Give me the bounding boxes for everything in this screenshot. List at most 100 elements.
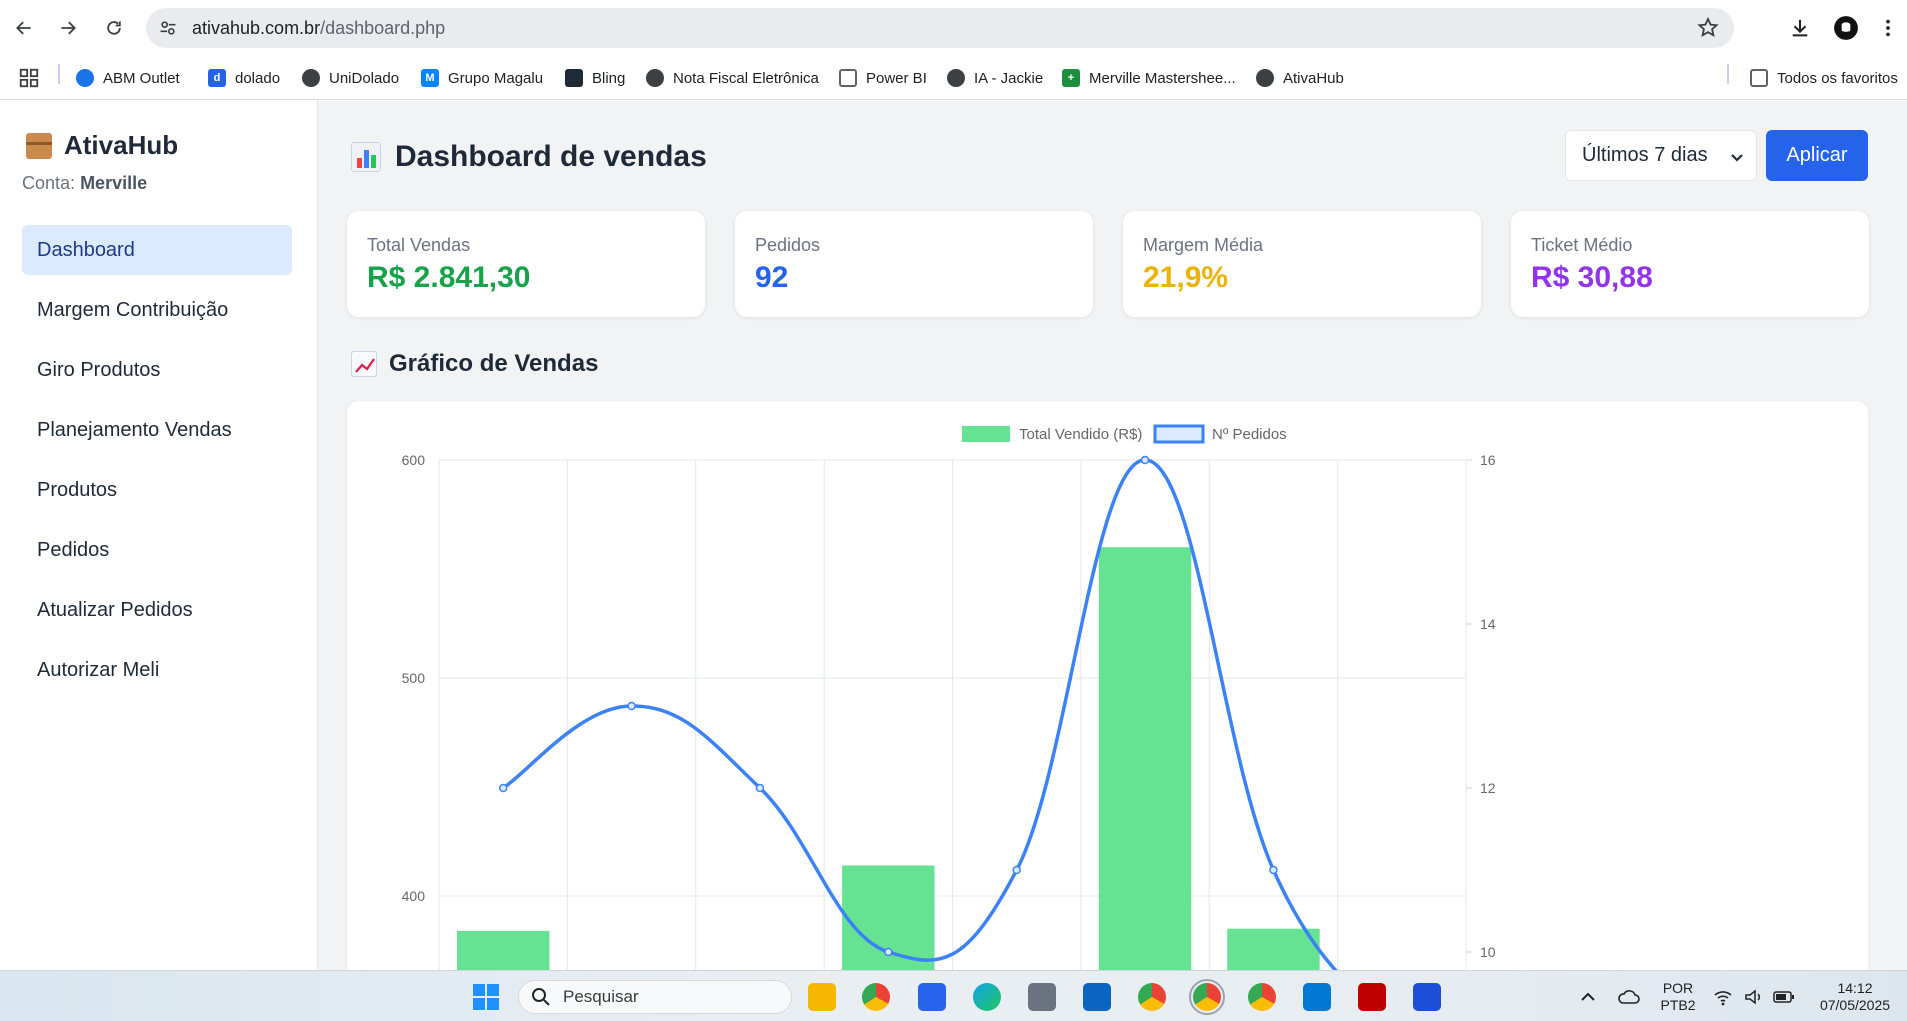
bookmark-divider — [58, 64, 60, 84]
download-icon[interactable] — [1786, 14, 1814, 42]
sales-chart-card: 600 500 400 16 14 12 10 Total Vendido (R$) Nº Pe… — [347, 401, 1868, 970]
bar — [1227, 928, 1320, 970]
edge-icon[interactable] — [973, 983, 1001, 1011]
store-icon[interactable] — [918, 983, 946, 1011]
globe-icon — [1256, 69, 1274, 87]
bookmark-item[interactable]: d dolado — [208, 66, 280, 90]
clock[interactable]: 14:12 07/05/2025 — [1810, 980, 1900, 1014]
chevron-up-icon[interactable] — [1578, 987, 1598, 1007]
sidebar-item-planejamento-vendas[interactable]: Planejamento Vendas — [22, 405, 292, 455]
kpi-card-ticket-medio: Ticket Médio R$ 30,88 — [1511, 211, 1869, 317]
brand[interactable]: AtivaHub — [26, 130, 178, 161]
brand-name: AtivaHub — [64, 130, 179, 160]
reload-icon[interactable] — [100, 14, 128, 42]
kpi-label: Pedidos — [755, 235, 821, 255]
bling-icon — [565, 69, 583, 87]
bookmark-item[interactable]: + Merville Mastershee... — [1062, 66, 1236, 90]
battery-icon[interactable] — [1773, 987, 1795, 1007]
chrome-icon[interactable] — [1248, 983, 1276, 1011]
sidebar-item-margem-contribuicao[interactable]: Margem Contribuição — [22, 285, 292, 335]
notepad-icon[interactable] — [1413, 983, 1441, 1011]
bookmark-item[interactable]: AtivaHub — [1256, 66, 1344, 90]
browser-toolbar: ativahub.com.br/dashboard.php — [0, 0, 1907, 56]
sidebar-item-autorizar-meli[interactable]: Autorizar Meli — [22, 645, 292, 695]
kpi-card-total-vendas: Total Vendas R$ 2.841,30 — [347, 211, 705, 317]
page-title: Dashboard de vendas — [351, 140, 707, 174]
bookmark-item[interactable]: Nota Fiscal Eletrônica — [646, 66, 819, 90]
y-right-tick-label: 16 — [1480, 452, 1496, 468]
chrome-icon[interactable] — [862, 983, 890, 1011]
sheets-icon: + — [1062, 69, 1080, 87]
sidebar: AtivaHub Conta: Merville Dashboard Marge… — [0, 100, 318, 970]
sidebar-item-produtos[interactable]: Produtos — [22, 465, 292, 515]
line-point — [498, 783, 508, 793]
outlook-icon[interactable] — [1083, 983, 1111, 1011]
onedrive-cloud-icon[interactable] — [1617, 987, 1641, 1007]
windows-start-icon[interactable] — [472, 983, 500, 1011]
y-right-tick-label: 14 — [1480, 616, 1496, 632]
bookmark-item[interactable]: Power BI — [839, 66, 927, 90]
bookmark-item[interactable]: ABM Outlet — [76, 66, 180, 90]
folder-icon — [1750, 69, 1768, 87]
dolado-icon: d — [208, 69, 226, 87]
search-icon — [532, 988, 550, 1006]
filezilla-icon[interactable] — [1358, 983, 1386, 1011]
sidebar-item-giro-produtos[interactable]: Giro Produtos — [22, 345, 292, 395]
site-settings-icon[interactable] — [156, 16, 180, 40]
sidebar-item-dashboard[interactable]: Dashboard — [22, 225, 292, 275]
y-right-tick-label: 12 — [1480, 780, 1496, 796]
bookmark-item[interactable]: UniDolado — [302, 66, 399, 90]
line-point — [884, 947, 893, 957]
keyboard-layout: PTB2 — [1660, 997, 1696, 1013]
globe-icon — [302, 69, 320, 87]
legend-swatch — [1153, 424, 1205, 444]
trend-chart-icon — [351, 351, 377, 377]
chrome-icon[interactable] — [1138, 983, 1166, 1011]
chrome-icon[interactable] — [1189, 979, 1225, 1015]
sidebar-menu: Dashboard Margem Contribuição Giro Produ… — [22, 225, 292, 705]
wifi-icon[interactable] — [1713, 987, 1733, 1007]
kpi-value: 21,9% — [1143, 261, 1229, 294]
kpi-value: R$ 2.841,30 — [367, 261, 531, 294]
account-name: Merville — [80, 173, 148, 193]
section-title: Gráfico de Vendas — [351, 350, 598, 378]
bookmark-item[interactable]: IA - Jackie — [947, 66, 1043, 90]
clock-date: 07/05/2025 — [1819, 997, 1891, 1013]
legend-swatch — [962, 426, 1010, 442]
page-title-text: Dashboard de vendas — [395, 140, 707, 173]
globe-icon — [646, 69, 664, 87]
input-language[interactable]: POR PTB2 — [1660, 980, 1696, 1014]
volume-icon[interactable] — [1743, 987, 1763, 1007]
vscode-icon[interactable] — [1303, 983, 1331, 1011]
bookmark-item[interactable]: Bling — [565, 66, 625, 90]
bar-chart-icon — [351, 142, 381, 172]
line-point — [627, 701, 636, 711]
taskbar-search[interactable]: Pesquisar — [518, 980, 792, 1014]
bookmark-star-icon[interactable] — [1696, 16, 1720, 40]
cloud-icon — [76, 69, 94, 87]
chevron-down-icon — [1730, 148, 1744, 162]
main-content: Dashboard de vendas Últimos 7 dias Aplic… — [319, 100, 1907, 970]
bookmark-divider — [1727, 64, 1729, 84]
file-explorer-icon[interactable] — [808, 983, 836, 1011]
sidebar-item-atualizar-pedidos[interactable]: Atualizar Pedidos — [22, 585, 292, 635]
y-left-tick-label: 600 — [402, 452, 426, 468]
kpi-value: 92 — [755, 261, 789, 294]
address-bar[interactable]: ativahub.com.br/dashboard.php — [146, 8, 1734, 48]
period-select[interactable]: Últimos 7 dias — [1565, 130, 1757, 181]
back-icon[interactable] — [10, 14, 38, 42]
calculator-icon[interactable] — [1028, 983, 1056, 1011]
all-favorites[interactable]: Todos os favoritos — [1750, 66, 1898, 90]
globe-icon — [947, 69, 965, 87]
legend-label: Total Vendido (R$) — [1019, 426, 1142, 443]
profile-avatar-icon[interactable] — [1832, 14, 1860, 42]
browser-menu-icon[interactable] — [1874, 14, 1902, 42]
bookmark-item[interactable]: M Grupo Magalu — [421, 66, 543, 90]
forward-icon[interactable] — [54, 14, 82, 42]
clock-time: 14:12 — [1837, 980, 1873, 996]
sidebar-item-pedidos[interactable]: Pedidos — [22, 525, 292, 575]
magalu-icon: M — [421, 69, 439, 87]
folder-icon — [839, 69, 857, 87]
apply-button[interactable]: Aplicar — [1766, 130, 1868, 181]
apps-grid-icon[interactable] — [18, 66, 40, 90]
